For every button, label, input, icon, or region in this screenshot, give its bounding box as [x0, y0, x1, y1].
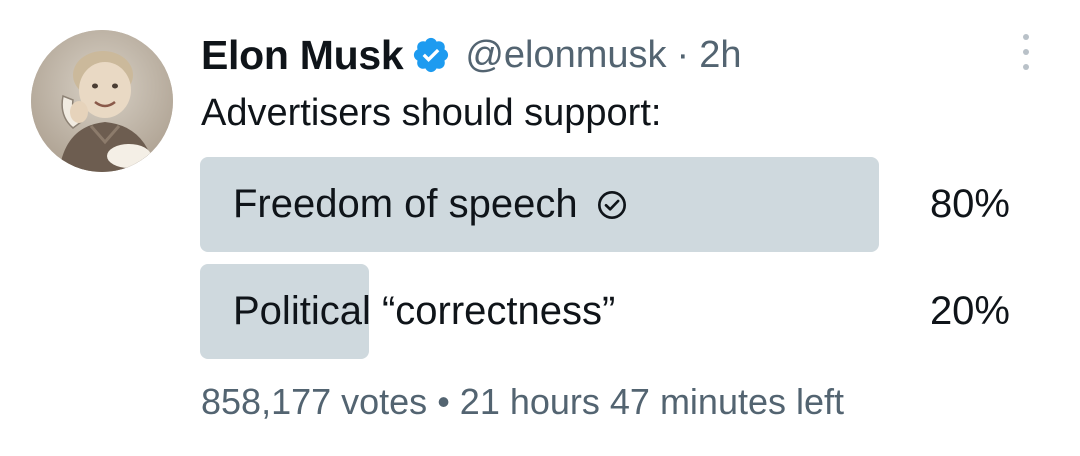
poll-option-label-wrap: Freedom of speech — [233, 157, 628, 252]
tweet: Elon Musk @elonmusk · 2h Advertisers sho… — [0, 0, 1080, 456]
tweet-header: Elon Musk @elonmusk · 2h — [201, 28, 741, 82]
more-dot — [1023, 34, 1029, 40]
tweet-timestamp[interactable]: 2h — [699, 34, 741, 77]
verified-badge-icon[interactable] — [411, 35, 451, 75]
poll-meta: 858,177 votes • 21 hours 47 minutes left — [201, 378, 844, 426]
poll-option-label: Freedom of speech — [233, 182, 578, 226]
poll-option-label: Political “correctness” — [233, 289, 616, 333]
more-dot — [1023, 64, 1029, 70]
more-options-icon[interactable] — [1014, 34, 1038, 70]
poll-option-freedom-of-speech[interactable]: Freedom of speech 80% — [200, 157, 1020, 252]
poll-option-percent: 80% — [929, 182, 1010, 226]
tweet-text: Advertisers should support: — [201, 92, 662, 134]
check-circle-icon — [596, 189, 628, 221]
poll-vote-count: 858,177 votes — [201, 381, 428, 422]
author-handle[interactable]: @elonmusk — [465, 34, 666, 77]
avatar[interactable] — [31, 30, 173, 172]
poll-time-left: 21 hours 47 minutes left — [459, 381, 845, 422]
avatar-photo — [31, 30, 173, 172]
author-name[interactable]: Elon Musk — [201, 32, 404, 79]
poll-option-political-correctness[interactable]: Political “correctness” 20% — [200, 264, 1020, 359]
poll-option-percent: 20% — [929, 289, 1010, 333]
header-separator: · — [676, 33, 690, 76]
poll-meta-separator: • — [437, 381, 450, 422]
more-dot — [1023, 49, 1029, 55]
poll-option-label-wrap: Political “correctness” — [233, 264, 615, 359]
